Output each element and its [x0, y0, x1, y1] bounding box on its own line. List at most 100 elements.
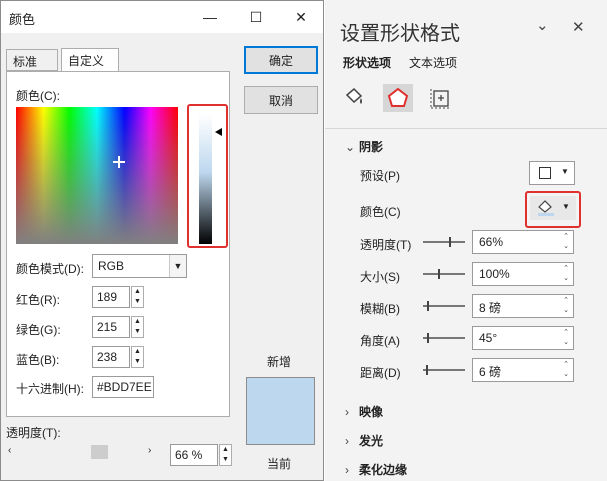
chevron-down-icon[interactable]: ⌄: [536, 16, 549, 34]
distance-input[interactable]: 6 磅 ⌃ ⌄: [472, 358, 574, 382]
chevron-down-icon: ▼: [561, 167, 569, 176]
distance-value: 6 磅: [479, 365, 502, 379]
green-input[interactable]: 215: [92, 316, 130, 338]
section-shadow[interactable]: ⌄ 阴影: [345, 138, 383, 155]
color-spectrum[interactable]: [16, 107, 178, 244]
format-shape-pane: 设置形状格式 ⌄ ✕ 形状选项 文本选项 ⌄ 阴影 预设(P) ▼ 颜色(C) ▼…: [325, 0, 607, 481]
shadow-color-dropdown[interactable]: ▼: [530, 196, 576, 220]
tab-shape-options[interactable]: 形状选项: [343, 54, 391, 71]
chevron-right-icon: ›: [345, 405, 349, 419]
preset-dropdown[interactable]: ▼: [529, 161, 575, 185]
blur-value: 8 磅: [479, 301, 502, 315]
fill-line-icon[interactable]: [339, 84, 369, 112]
crosshair-icon[interactable]: [113, 156, 125, 168]
section-glow[interactable]: › 发光: [345, 432, 383, 449]
minimize-button[interactable]: —: [187, 1, 233, 33]
effects-icon[interactable]: [383, 84, 413, 112]
color-model-value: RGB: [98, 259, 125, 273]
transparency-label: 透明度(T):: [6, 426, 61, 440]
blue-label: 蓝色(B):: [16, 353, 60, 367]
luminance-arrow-icon[interactable]: [215, 128, 222, 136]
pane-transparency-input[interactable]: 66% ⌃ ⌄: [472, 230, 574, 254]
dialog-title: 颜色: [9, 12, 36, 27]
ok-button[interactable]: 确定: [244, 46, 318, 74]
current-label: 当前: [267, 457, 292, 471]
slider-thumb[interactable]: [449, 237, 451, 247]
distance-slider[interactable]: [423, 369, 465, 371]
chevron-left-icon[interactable]: ‹: [8, 445, 11, 456]
section-reflection[interactable]: › 映像: [345, 403, 383, 420]
size-value: 100%: [479, 267, 510, 281]
spin-buttons[interactable]: ⌃ ⌄: [561, 360, 571, 380]
green-spinner[interactable]: ▲ ▼: [131, 316, 144, 338]
hex-label: 十六进制(H):: [16, 382, 84, 396]
close-icon[interactable]: ✕: [572, 18, 585, 36]
preset-square-icon: [539, 167, 551, 179]
blur-slider[interactable]: [423, 305, 465, 307]
spin-buttons[interactable]: ⌃ ⌄: [561, 296, 571, 316]
transparency-input[interactable]: 66 %: [170, 444, 218, 466]
section-soft-edges[interactable]: › 柔化边缘: [345, 461, 407, 478]
new-label: 新增: [267, 355, 292, 369]
hex-input[interactable]: #BDD7EE: [92, 376, 154, 398]
cancel-button[interactable]: 取消: [244, 86, 318, 114]
tab-custom[interactable]: 自定义: [61, 48, 119, 72]
spin-buttons[interactable]: ⌃ ⌄: [561, 328, 571, 348]
color-dialog: 颜色 — ☐ ✕ 标准 自定义 颜色(C): 颜色模式(D): RGB ▼ 红色…: [0, 0, 324, 481]
dialog-titlebar[interactable]: 颜色 — ☐ ✕: [1, 1, 323, 33]
chevron-right-icon: ›: [345, 434, 349, 448]
slider-thumb[interactable]: [438, 269, 440, 279]
red-label: 红色(R):: [16, 293, 60, 307]
pane-transparency-slider[interactable]: [423, 241, 465, 243]
angle-input[interactable]: 45° ⌃ ⌄: [472, 326, 574, 350]
chevron-down-icon: ▼: [169, 255, 186, 277]
distance-label: 距离(D): [360, 366, 401, 380]
close-button[interactable]: ✕: [278, 1, 324, 33]
slider-thumb[interactable]: [427, 301, 429, 311]
chevron-down-icon: ▼: [562, 202, 570, 211]
size-label: 大小(S): [360, 270, 400, 284]
angle-value: 45°: [479, 331, 498, 345]
tab-text-options[interactable]: 文本选项: [409, 54, 457, 71]
chevron-right-icon[interactable]: ›: [148, 445, 151, 456]
blue-spinner[interactable]: ▲ ▼: [131, 346, 144, 368]
luminance-bar[interactable]: [199, 114, 212, 244]
preset-label: 预设(P): [360, 169, 400, 183]
green-label: 绿色(G):: [16, 323, 61, 337]
chevron-right-icon: ›: [345, 463, 349, 477]
tab-standard[interactable]: 标准: [6, 49, 58, 71]
blur-input[interactable]: 8 磅 ⌃ ⌄: [472, 294, 574, 318]
color-model-select[interactable]: RGB ▼: [92, 254, 187, 278]
red-spinner[interactable]: ▲ ▼: [131, 286, 144, 308]
angle-slider[interactable]: [423, 337, 465, 339]
angle-label: 角度(A): [360, 334, 400, 348]
spin-buttons[interactable]: ⌃ ⌄: [561, 264, 571, 284]
colors-label: 颜色(C):: [16, 89, 60, 103]
slider-thumb[interactable]: [91, 445, 108, 459]
color-label: 颜色(C): [360, 205, 401, 219]
size-properties-icon[interactable]: [425, 84, 455, 112]
size-slider[interactable]: [423, 273, 465, 275]
pane-title: 设置形状格式: [340, 23, 460, 45]
pane-transparency-value: 66%: [479, 235, 504, 249]
maximize-button[interactable]: ☐: [233, 1, 279, 33]
transparency-slider[interactable]: ‹ ›: [8, 444, 156, 460]
section-shadow-label: 阴影: [359, 140, 384, 154]
paint-bucket-icon: [538, 200, 554, 216]
blur-label: 模糊(B): [360, 302, 400, 316]
color-model-label: 颜色模式(D):: [16, 262, 84, 276]
blue-input[interactable]: 238: [92, 346, 130, 368]
spin-buttons[interactable]: ⌃ ⌄: [561, 232, 571, 252]
red-input[interactable]: 189: [92, 286, 130, 308]
slider-thumb[interactable]: [427, 333, 429, 343]
chevron-down-icon: ⌄: [345, 140, 356, 154]
new-color-swatch: [246, 377, 315, 445]
transparency-spinner[interactable]: ▲ ▼: [219, 444, 232, 466]
slider-thumb[interactable]: [426, 365, 428, 375]
size-input[interactable]: 100% ⌃ ⌄: [472, 262, 574, 286]
pane-transparency-label: 透明度(T): [360, 238, 412, 252]
pane-divider: [325, 128, 607, 129]
section-soft-edges-label: 柔化边缘: [359, 463, 408, 477]
section-reflection-label: 映像: [359, 405, 384, 419]
section-glow-label: 发光: [359, 434, 384, 448]
